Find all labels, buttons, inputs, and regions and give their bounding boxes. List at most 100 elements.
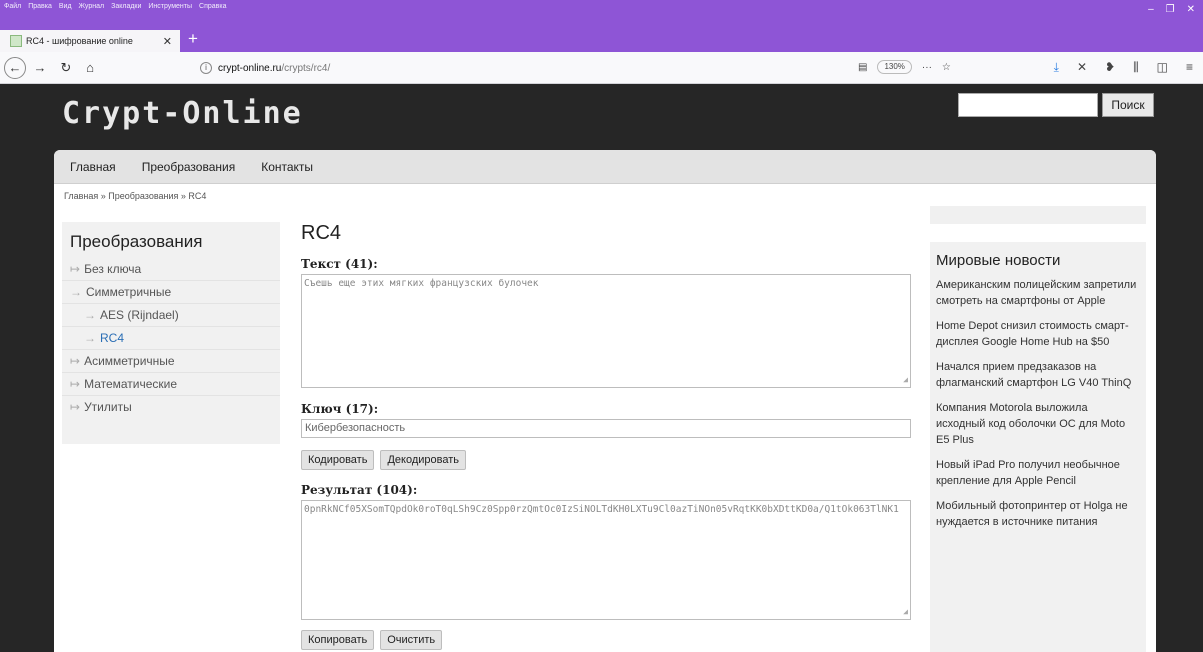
reader-mode-icon[interactable]: ▤	[858, 62, 867, 73]
breadcrumb[interactable]: Главная » Преобразования » RC4	[64, 191, 206, 201]
url-path: /crypts/rc4/	[281, 62, 331, 74]
bookmark-star-icon[interactable]: ☆	[942, 62, 951, 73]
nav-contacts[interactable]: Контакты	[261, 160, 313, 174]
menu-edit[interactable]: Правка	[28, 3, 52, 10]
browser-tab[interactable]: RC4 - шифрование online ✕	[0, 28, 180, 52]
arrow-icon: ↦	[70, 377, 81, 391]
nav-transforms[interactable]: Преобразования	[142, 160, 236, 174]
reload-icon[interactable]: ↻	[56, 58, 76, 78]
menu-help[interactable]: Справка	[199, 3, 226, 10]
download-icon[interactable]: ⤓	[1054, 60, 1059, 75]
extension-x-icon[interactable]: ✕	[1077, 60, 1087, 75]
encode-button[interactable]: Кодировать	[301, 450, 375, 470]
action-buttons: Кодировать Декодировать	[301, 450, 911, 470]
sidebar-item-asymmetric[interactable]: ↦ Асимметричные	[62, 350, 280, 373]
menu-history[interactable]: Журнал	[79, 3, 105, 10]
news-item[interactable]: Home Depot снизил стоимость смарт-диспле…	[936, 318, 1140, 350]
text-value: Съешь еще этих мягких французских булоче…	[304, 278, 539, 289]
news-item[interactable]: Мобильный фотопринтер от Holga не нуждае…	[936, 498, 1140, 530]
favicon-icon	[10, 35, 22, 47]
arrow-icon: →	[84, 331, 96, 345]
sidebar-item-no-key[interactable]: ↦ Без ключа	[62, 258, 280, 281]
home-icon[interactable]: ⌂	[80, 58, 100, 78]
result-label: Результат (104):	[301, 483, 418, 497]
toolbar-right: ⤓ ✕ ❥ ⫼ ◫ ≡	[1054, 60, 1193, 75]
library-icon[interactable]: ⫼	[1133, 60, 1139, 75]
sidebar-item-label: AES (Rijndael)	[100, 308, 179, 322]
back-button[interactable]: ←	[4, 57, 26, 79]
clear-button[interactable]: Очистить	[380, 630, 443, 650]
decode-button[interactable]: Декодировать	[380, 450, 466, 470]
address-bar[interactable]: i crypt-online.ru/crypts/rc4/	[200, 58, 970, 78]
sidebar-item-symmetric[interactable]: → Симметричные	[62, 281, 280, 304]
browser-titlebar: Файл Правка Вид Журнал Закладки Инструме…	[0, 0, 1203, 28]
right-ad-strip	[930, 206, 1146, 224]
tab-title: RC4 - шифрование online	[26, 36, 133, 46]
browser-navbar: ← → ↻ ⌂ i crypt-online.ru/crypts/rc4/ ▤ …	[0, 52, 1203, 84]
sidebar-item-aes[interactable]: → AES (Rijndael)	[62, 304, 280, 327]
sidebar-item-rc4[interactable]: → RC4	[62, 327, 280, 350]
key-label: Ключ (17):	[301, 402, 379, 416]
main-content: RC4 Текст (41): Съешь еще этих мягких фр…	[301, 222, 911, 652]
menu-bookmarks[interactable]: Закладки	[111, 3, 141, 10]
search-input[interactable]	[958, 93, 1098, 117]
arrow-icon: →	[70, 285, 82, 299]
arrow-icon: ↦	[70, 354, 81, 368]
result-output[interactable]: 0pnRkNCf05XSomTQpdOk0roT0qLSh9Cz0Spp0rzQ…	[301, 500, 911, 620]
key-input[interactable]: Кибербезопасность	[301, 419, 911, 438]
url-host: crypt-online.ru	[218, 62, 282, 74]
site-info-icon[interactable]: i	[200, 62, 212, 74]
sidebar-item-label: Без ключа	[84, 262, 142, 276]
window-controls: – ❐ ✕	[1148, 4, 1195, 15]
minimize-button[interactable]: –	[1148, 4, 1154, 15]
page-actions-icon[interactable]: ···	[922, 62, 932, 73]
nav-home[interactable]: Главная	[70, 160, 116, 174]
page-title: RC4	[301, 222, 342, 244]
news-item[interactable]: Американским полицейским запретили смотр…	[936, 277, 1140, 309]
content-panel: Главная Преобразования Контакты Главная …	[54, 150, 1156, 652]
sidebar-item-label: Утилиты	[84, 400, 132, 414]
sidebar-title: Преобразования	[70, 232, 203, 251]
news-item[interactable]: Новый iPad Pro получил необычное креплен…	[936, 457, 1140, 489]
result-value: 0pnRkNCf05XSomTQpdOk0roT0qLSh9Cz0Spp0rzQ…	[304, 504, 899, 515]
news-title: Мировые новости	[936, 252, 1061, 269]
sidebar-item-label: RC4	[100, 331, 125, 345]
main-nav: Главная Преобразования Контакты	[54, 150, 1156, 184]
sidebar: Преобразования ↦ Без ключа → Симметричные …	[62, 222, 280, 444]
sidebar-item-utilities[interactable]: ↦ Утилиты	[62, 396, 280, 418]
hamburger-menu-icon[interactable]: ≡	[1186, 60, 1193, 75]
arrow-icon: ↦	[70, 400, 81, 414]
news-item[interactable]: Компания Motorola выложила исходный код …	[936, 400, 1140, 448]
menu-view[interactable]: Вид	[59, 3, 72, 10]
window-close-button[interactable]: ✕	[1187, 4, 1195, 15]
search-button[interactable]: Поиск	[1102, 93, 1154, 117]
forward-button[interactable]: →	[30, 58, 50, 78]
news-item[interactable]: Начался прием предзаказов на флагманский…	[936, 359, 1140, 391]
sidebar-item-label: Математические	[84, 377, 178, 391]
sidebar-item-label: Симметричные	[86, 285, 172, 299]
web-page: Crypt-Online Поиск Главная Преобразовани…	[0, 84, 1203, 652]
sidebar-item-label: Асимметричные	[84, 354, 175, 368]
resize-grip-icon[interactable]: ◢	[903, 374, 908, 386]
result-buttons: Копировать Очистить	[301, 630, 911, 650]
resize-grip-icon[interactable]: ◢	[903, 606, 908, 618]
url-actions: ▤ 130% ··· ☆	[858, 60, 951, 74]
text-input[interactable]: Съешь еще этих мягких французских булоче…	[301, 274, 911, 388]
menu-file[interactable]: Файл	[4, 3, 21, 10]
arrow-icon: ↦	[70, 262, 81, 276]
text-label: Текст (41):	[301, 257, 378, 271]
tabbar	[180, 28, 1203, 52]
sidebar-item-math[interactable]: ↦ Математические	[62, 373, 280, 396]
sidebar-toggle-icon[interactable]: ◫	[1157, 60, 1168, 75]
extension-icon[interactable]: ❥	[1105, 60, 1115, 75]
tab-close-icon[interactable]: ✕	[163, 35, 172, 48]
zoom-level[interactable]: 130%	[877, 60, 912, 74]
news-panel: Мировые новости Американским полицейским…	[930, 242, 1146, 652]
maximize-button[interactable]: ❐	[1166, 4, 1175, 15]
new-tab-button[interactable]: +	[182, 28, 204, 52]
copy-button[interactable]: Копировать	[301, 630, 375, 650]
arrow-icon: →	[84, 308, 96, 322]
browser-menubar: Файл Правка Вид Журнал Закладки Инструме…	[4, 3, 227, 10]
site-logo[interactable]: Crypt-Online	[62, 96, 303, 131]
menu-tools[interactable]: Инструменты	[148, 3, 192, 10]
